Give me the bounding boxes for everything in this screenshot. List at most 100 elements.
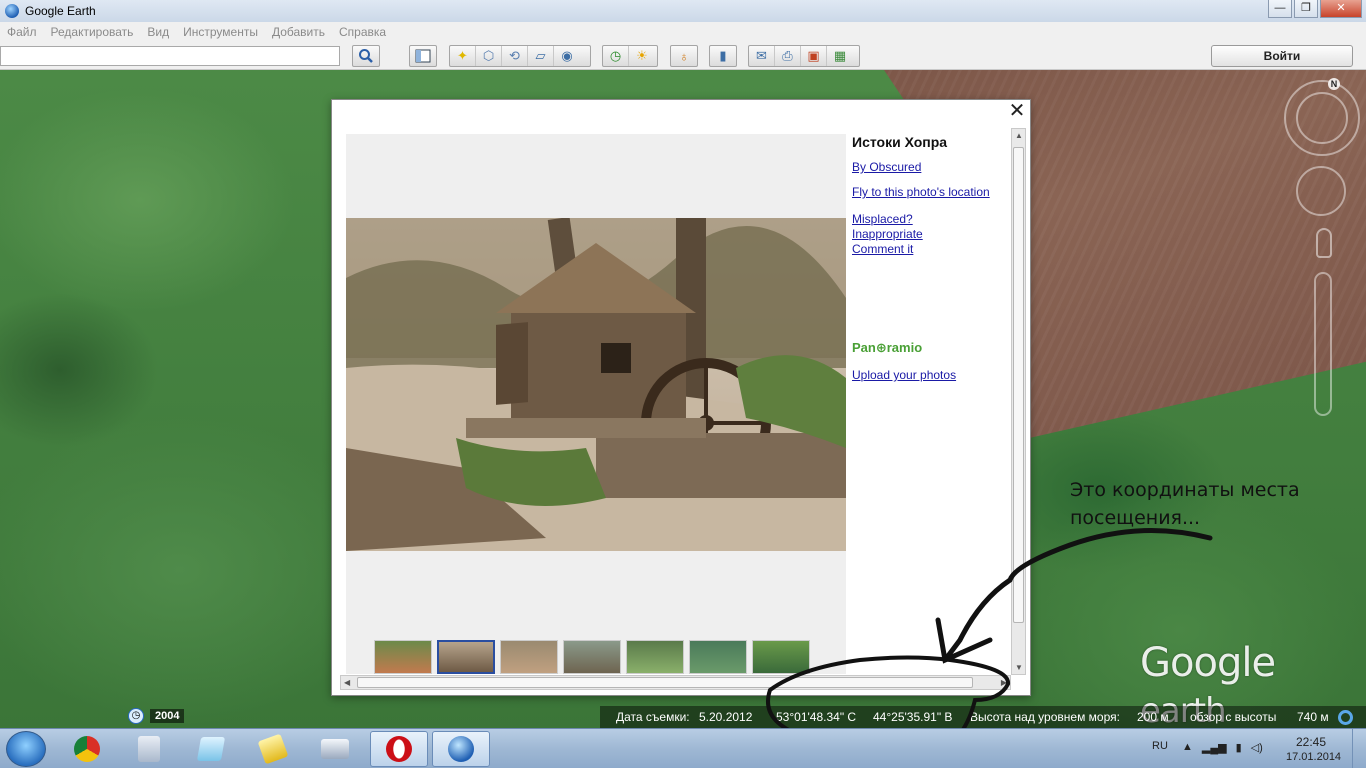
record-tour-button[interactable]: ◉ <box>554 46 580 66</box>
scroll-up-icon[interactable]: ▲ <box>1015 131 1023 140</box>
email-button[interactable]: ✉ <box>749 46 775 66</box>
window-controls: — ❐ ✕ <box>1268 0 1362 18</box>
look-joystick[interactable] <box>1296 92 1348 144</box>
eye-altitude-value: 740 м <box>1297 710 1329 724</box>
opera-icon <box>386 736 412 762</box>
vertical-scrollbar[interactable]: ▲ ▼ <box>1011 128 1026 675</box>
vertical-scroll-thumb[interactable] <box>1013 147 1024 623</box>
menu-edit[interactable]: Редактировать <box>51 25 134 39</box>
title-bar: Google Earth — ❐ ✕ <box>0 0 1366 22</box>
add-polygon-button[interactable]: ⬡ <box>476 46 502 66</box>
menu-file[interactable]: Файл <box>7 25 37 39</box>
search-button[interactable] <box>352 45 380 67</box>
menu-help[interactable]: Справка <box>339 25 386 39</box>
print-icon: ⎙ <box>782 48 793 63</box>
thumbnail[interactable] <box>563 640 621 674</box>
clock-icon[interactable]: ◷ <box>128 708 144 724</box>
close-balloon-button[interactable]: ✕ <box>1008 101 1026 121</box>
start-button[interactable] <box>6 731 46 767</box>
show-hidden-icons-icon[interactable]: ▲ <box>1182 741 1193 754</box>
add-overlay-button[interactable]: ▱ <box>528 46 554 66</box>
save-image-icon: ▣ <box>807 48 820 63</box>
ruler-group: ▮ <box>709 45 737 67</box>
clock-date[interactable]: 17.01.2014 <box>1286 751 1341 763</box>
menu-view[interactable]: Вид <box>147 25 169 39</box>
street-view-pegman-icon[interactable] <box>1316 228 1332 258</box>
mill-photo[interactable] <box>346 218 846 551</box>
taskbar-opera[interactable] <box>370 731 428 767</box>
google-maps-button[interactable]: ▦ <box>827 46 853 66</box>
minimize-button[interactable]: — <box>1268 0 1292 18</box>
streaming-status-icon <box>1338 710 1353 725</box>
taskbar-google-earth[interactable] <box>432 731 490 767</box>
scroll-down-icon[interactable]: ▼ <box>1015 663 1023 672</box>
menu-bar: Файл Редактировать Вид Инструменты Добав… <box>0 22 1366 42</box>
zoom-slider[interactable] <box>1314 272 1332 416</box>
latitude-value: 53°01'48.34" С <box>776 710 857 724</box>
sunlight-button[interactable]: ☀ <box>629 46 655 66</box>
clock-time[interactable]: 22:45 <box>1296 735 1326 749</box>
comment-link[interactable]: Comment it <box>852 242 1012 257</box>
elevation-value: 200 м <box>1137 710 1169 724</box>
print-button[interactable]: ⎙ <box>775 46 801 66</box>
planets-button[interactable]: ♁ <box>671 46 697 66</box>
sidebar-toggle-button[interactable] <box>410 46 436 66</box>
thumbnail[interactable] <box>626 640 684 674</box>
add-placemark-button[interactable]: ✦ <box>450 46 476 66</box>
signin-button[interactable]: Войти <box>1211 45 1353 67</box>
window-title: Google Earth <box>25 4 96 18</box>
view-tools-group: ◷ ☀ <box>602 45 658 67</box>
drawing-tools-group: ✦ ⬡ ⟲ ▱ ◉ <box>449 45 591 67</box>
thumbnail[interactable] <box>500 640 558 674</box>
misplaced-link[interactable]: Misplaced? <box>852 212 1012 227</box>
save-image-button[interactable]: ▣ <box>801 46 827 66</box>
add-path-button[interactable]: ⟲ <box>502 46 528 66</box>
inappropriate-link[interactable]: Inappropriate <box>852 227 1012 242</box>
north-indicator[interactable]: N <box>1328 78 1340 90</box>
scroll-right-icon[interactable]: ▶ <box>1001 678 1007 687</box>
horizontal-scrollbar[interactable]: ◀ ▶ <box>340 675 1011 690</box>
scroll-left-icon[interactable]: ◀ <box>344 678 350 687</box>
keyboard-language[interactable]: RU <box>1152 740 1168 752</box>
close-window-button[interactable]: ✕ <box>1320 0 1362 18</box>
imagery-year: 2004 <box>150 709 185 723</box>
menu-add[interactable]: Добавить <box>272 25 325 39</box>
sidebar-toggle-group <box>409 45 437 67</box>
thumbnail[interactable] <box>374 640 432 674</box>
ruler-button[interactable]: ▮ <box>710 46 736 66</box>
upload-photos-link[interactable]: Upload your photos <box>852 368 956 383</box>
historical-imagery-icon: ◷ <box>609 48 622 63</box>
fly-to-location-link[interactable]: Fly to this photo's location <box>852 185 1012 200</box>
search-input[interactable] <box>0 46 340 66</box>
taskbar-keyboard[interactable] <box>306 731 364 767</box>
horizontal-scroll-thumb[interactable] <box>357 677 973 688</box>
volume-icon[interactable]: ◁) <box>1251 741 1263 754</box>
taskbar-calculator[interactable] <box>120 731 178 767</box>
panoramio-logo[interactable]: Pan⊕ramio <box>852 340 922 356</box>
imagery-date-label: Дата съемки: <box>616 710 690 724</box>
move-control[interactable] <box>1296 166 1346 216</box>
author-link[interactable]: By Obscured <box>852 160 1012 175</box>
taskbar-chrome[interactable] <box>58 731 116 767</box>
network-icon[interactable]: ▂▄▆ <box>1202 741 1227 754</box>
taskbar-sticky-notes[interactable] <box>244 731 302 767</box>
overlay-icon: ▱ <box>535 48 546 63</box>
thumbnail-selected[interactable] <box>437 640 495 674</box>
photo-title: Истоки Хопра <box>852 134 948 150</box>
thumbnail[interactable] <box>689 640 747 674</box>
maximize-button[interactable]: ❐ <box>1294 0 1318 18</box>
longitude-value: 44°25'35.91" В <box>873 710 953 724</box>
thumbnail[interactable] <box>752 640 810 674</box>
imagery-date-value: 5.20.2012 <box>699 710 753 724</box>
chrome-icon <box>74 736 100 762</box>
historical-timeline: ◷ 2004 <box>128 708 185 724</box>
share-tools-group: ✉ ⎙ ▣ ▦ <box>748 45 860 67</box>
email-icon: ✉ <box>756 48 767 63</box>
show-desktop-button[interactable] <box>1352 729 1366 768</box>
menu-tools[interactable]: Инструменты <box>183 25 258 39</box>
historical-imagery-button[interactable]: ◷ <box>603 46 629 66</box>
power-icon[interactable]: ▮ <box>1236 741 1242 754</box>
photo-pane <box>346 134 846 674</box>
sidebar-icon <box>415 49 431 63</box>
taskbar-notepad[interactable] <box>182 731 240 767</box>
